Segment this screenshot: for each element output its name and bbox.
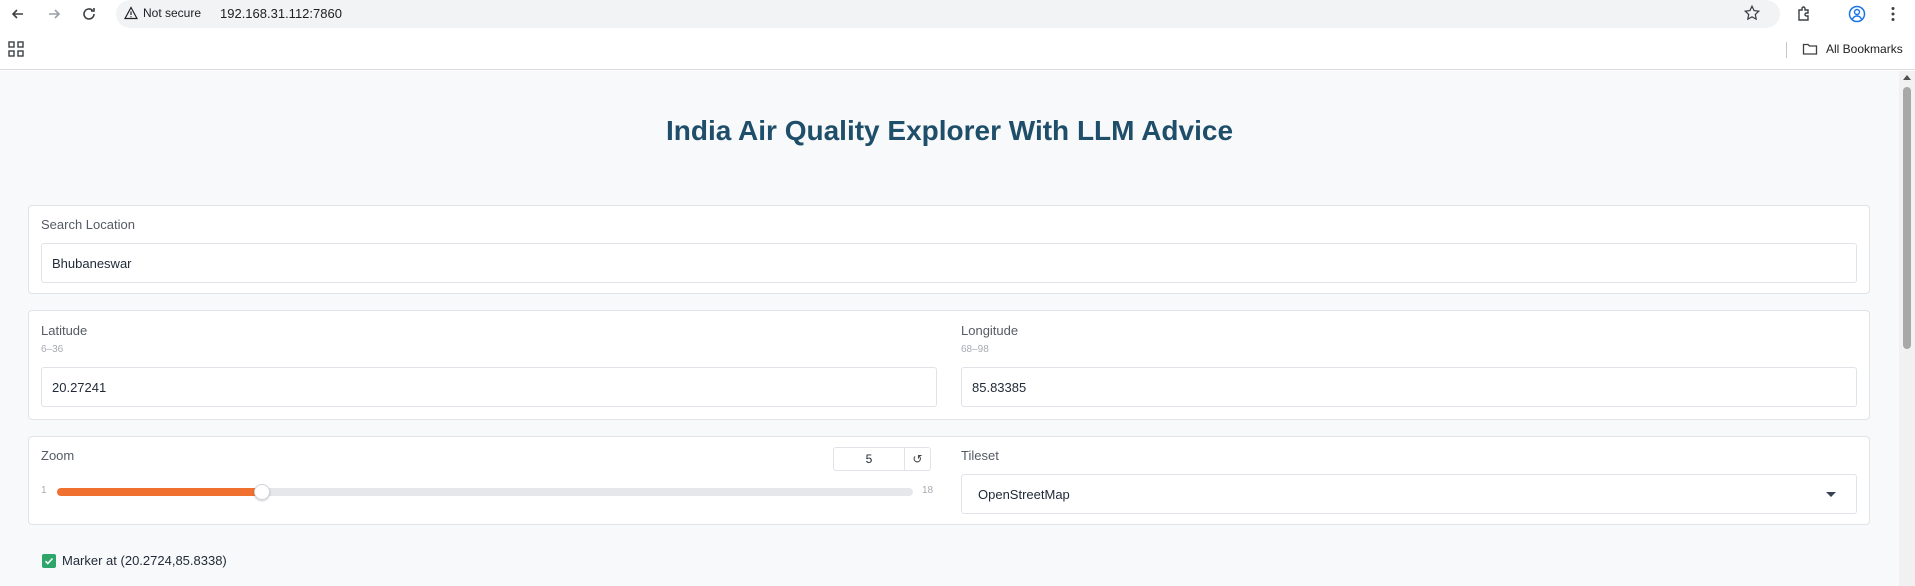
- page-content: India Air Quality Explorer With LLM Advi…: [0, 71, 1899, 586]
- zoom-slider-thumb[interactable]: [254, 484, 271, 500]
- coordinates-panel: Latitude 6–36 20.27241 Longitude 68–98 8…: [28, 310, 1870, 420]
- bookmarks-bar: All Bookmarks: [0, 28, 1915, 70]
- all-bookmarks-label: All Bookmarks: [1826, 42, 1903, 56]
- search-location-input[interactable]: Bhubaneswar: [41, 243, 1857, 283]
- url-text[interactable]: 192.168.31.112:7860: [220, 6, 342, 21]
- tileset-dropdown[interactable]: OpenStreetMap: [961, 474, 1857, 514]
- latitude-label: Latitude: [41, 323, 88, 338]
- warning-icon: [124, 6, 138, 20]
- page-scrollbar[interactable]: [1899, 71, 1915, 586]
- bookmarks-divider: [1786, 42, 1787, 58]
- scrollbar-thumb[interactable]: [1903, 87, 1911, 349]
- bookmark-star-icon[interactable]: [1743, 4, 1763, 24]
- forward-icon[interactable]: [42, 2, 66, 26]
- marker-checkbox[interactable]: [42, 553, 56, 568]
- zoom-slider[interactable]: [57, 484, 913, 500]
- chevron-down-icon: [1826, 492, 1836, 497]
- zoom-label: Zoom: [41, 448, 75, 463]
- map-settings-panel: Zoom 5 ↺ 1 18 Tileset OpenStreetMap: [28, 436, 1870, 525]
- security-indicator[interactable]: Not secure: [124, 6, 201, 20]
- tileset-selected-value: OpenStreetMap: [978, 486, 1070, 502]
- page-title: India Air Quality Explorer With LLM Advi…: [665, 115, 1234, 146]
- apps-grid-icon[interactable]: [8, 41, 24, 57]
- menu-icon[interactable]: [1882, 3, 1904, 25]
- search-location-panel: Search Location Bhubaneswar: [28, 205, 1870, 294]
- back-icon[interactable]: [6, 2, 30, 26]
- longitude-input[interactable]: 85.83385: [961, 367, 1857, 407]
- extensions-icon[interactable]: [1793, 3, 1815, 25]
- folder-icon: [1802, 43, 1818, 55]
- tileset-label: Tileset: [961, 448, 999, 463]
- profile-icon[interactable]: [1846, 3, 1868, 25]
- marker-label: Marker at (20.2724,85.8338): [62, 553, 227, 568]
- latitude-input[interactable]: 20.27241: [41, 367, 937, 407]
- longitude-label: Longitude: [961, 323, 1019, 338]
- zoom-max-label: 18: [922, 485, 934, 496]
- longitude-range-hint: 68–98: [961, 344, 989, 355]
- browser-toolbar: Not secure 192.168.31.112:7860: [0, 0, 1915, 28]
- reset-icon: ↺: [912, 452, 923, 466]
- latitude-range-hint: 6–36: [41, 344, 64, 355]
- zoom-reset-button[interactable]: ↺: [905, 447, 931, 471]
- reload-icon[interactable]: [77, 2, 101, 26]
- all-bookmarks-button[interactable]: All Bookmarks: [1802, 41, 1903, 57]
- zoom-number-input[interactable]: 5: [833, 447, 905, 471]
- marker-toggle[interactable]: Marker at (20.2724,85.8338): [42, 553, 227, 568]
- check-icon: [44, 557, 54, 565]
- scroll-up-arrow-icon[interactable]: [1903, 75, 1911, 80]
- zoom-min-label: 1: [41, 485, 47, 496]
- search-location-label: Search Location: [41, 217, 135, 232]
- zoom-slider-fill: [57, 488, 263, 496]
- security-label: Not secure: [143, 6, 202, 20]
- address-bar[interactable]: [116, 0, 1780, 28]
